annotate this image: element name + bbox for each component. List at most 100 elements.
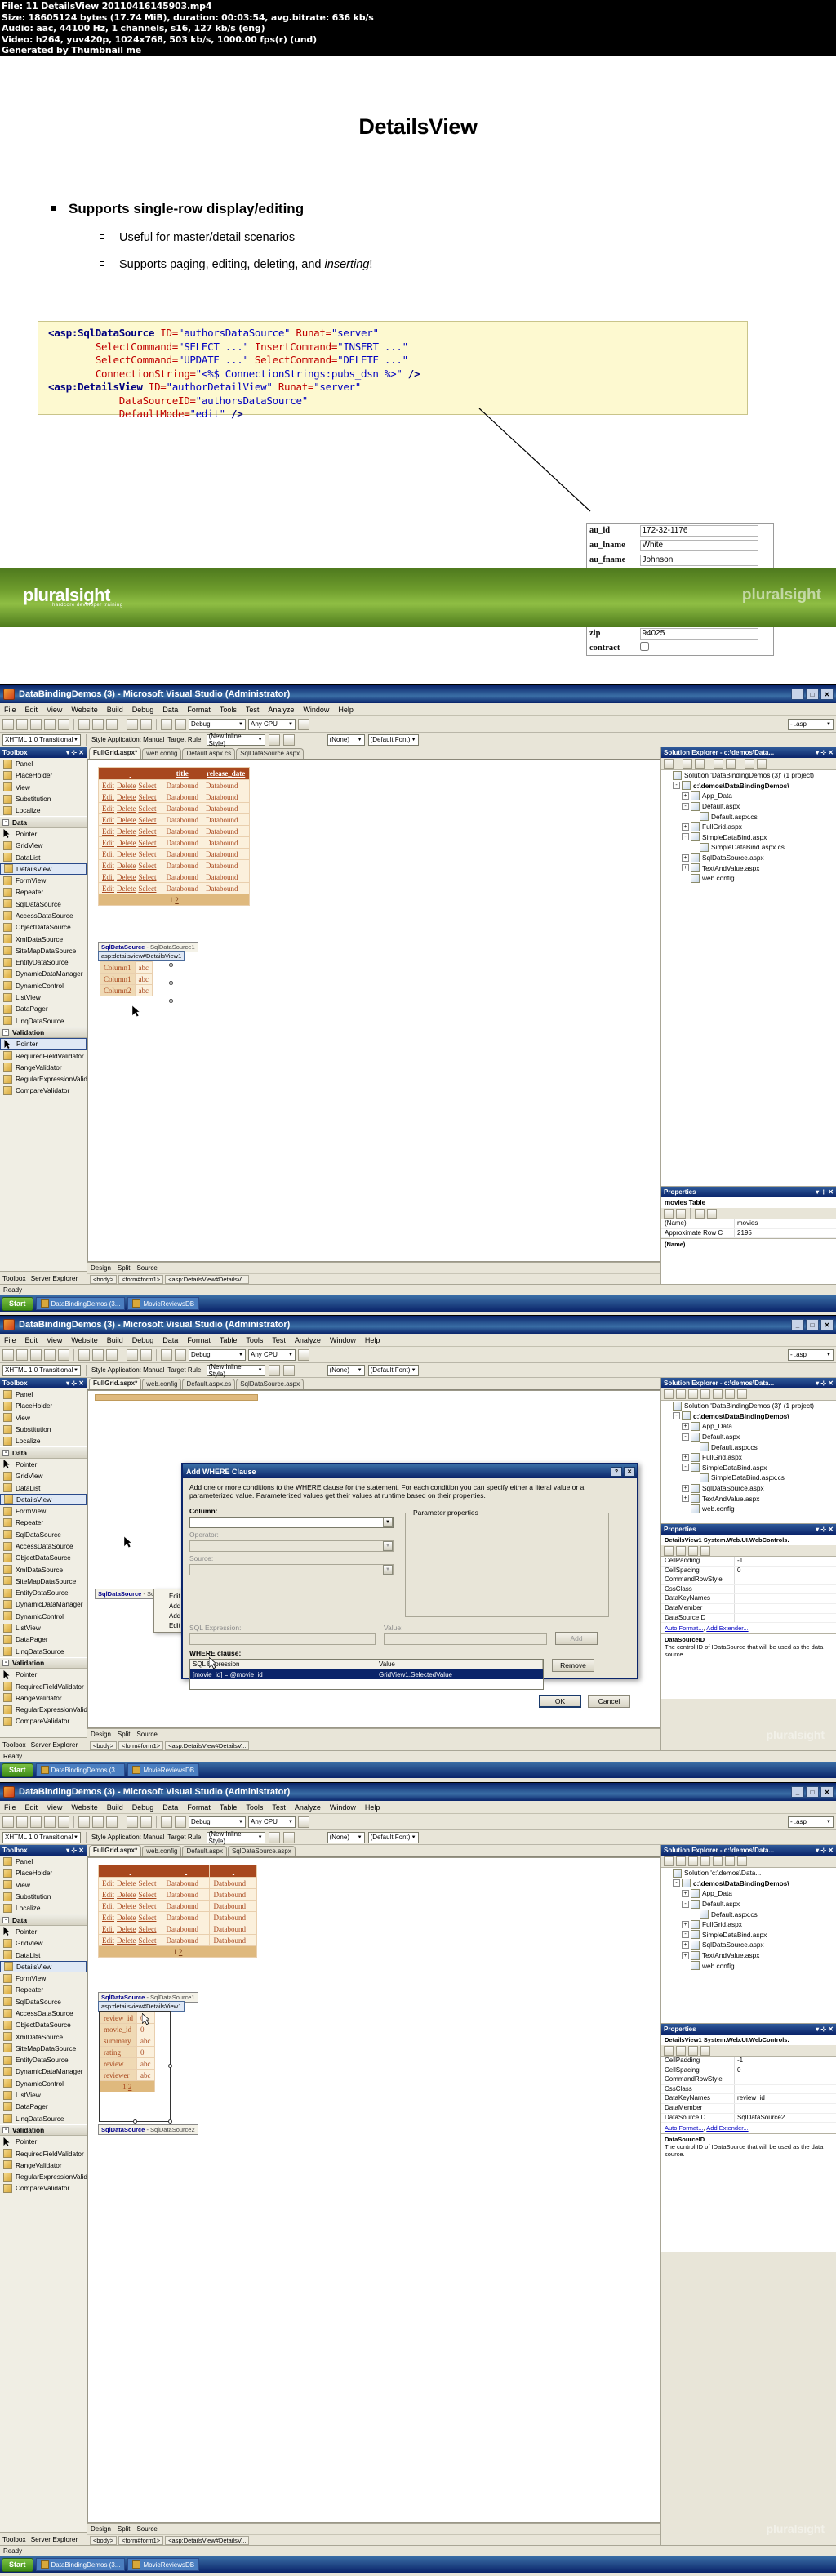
solution-config-combo[interactable]: Debug ▼	[189, 718, 246, 730]
properties-panel[interactable]: Properties ▾ ⊹ ✕ movies Table (Name) movi…	[661, 1186, 836, 1284]
solution-tree-item[interactable]: + FullGrid.aspx	[661, 822, 836, 832]
detailsview-design-row[interactable]: Column2 abc	[100, 984, 153, 996]
detailsview-design-row[interactable]: Column1 abc	[100, 973, 153, 985]
menu-item-analyze[interactable]: Analyze	[295, 1336, 321, 1344]
editor-area[interactable]: FullGrid.aspx* web.config Default.aspx SqlD…	[87, 1845, 660, 2545]
table-row[interactable]: Edit Delete Select Databound Databound	[97, 779, 251, 791]
cut-icon[interactable]	[78, 1348, 90, 1361]
delete-link[interactable]: Delete	[117, 1891, 136, 1899]
properties-window-icon[interactable]	[664, 759, 674, 769]
table-row[interactable]: Edit Delete Select Databound Databound	[97, 802, 251, 814]
panel-buttons[interactable]: ▾ ⊹ ✕	[66, 1847, 87, 1854]
view-tab-design[interactable]: Design	[91, 2525, 111, 2533]
solution-tree-item[interactable]: Solution 'DataBindingDemos (3)' (1 proje…	[661, 1401, 836, 1411]
view-tab-split[interactable]: Split	[118, 1731, 131, 1738]
taskbar[interactable]: Start DataBindingDemos (3... MovieReview…	[0, 2556, 836, 2573]
view-tabstrip[interactable]: Design Split Source	[87, 1728, 660, 1740]
add-extender-link[interactable]: Add Extender...	[706, 1624, 748, 1632]
select-link[interactable]: Select	[138, 885, 156, 893]
select-link[interactable]: Select	[138, 839, 156, 847]
select-link[interactable]: Select	[138, 1936, 156, 1945]
toolbox-item-gridview[interactable]: GridView	[0, 1937, 87, 1949]
delete-link[interactable]: Delete	[117, 1936, 136, 1945]
table-row[interactable]: Edit Delete Select Databound Databound	[97, 1911, 258, 1923]
document-tab-2[interactable]: Default.aspx	[182, 1846, 227, 1856]
property-value[interactable]	[735, 1604, 836, 1613]
tag-navigator[interactable]: <body> <form#form1> <asp:DetailsView#Detai…	[87, 2534, 660, 2545]
select-link[interactable]: Select	[138, 827, 156, 836]
menu-item-edit[interactable]: Edit	[25, 1803, 38, 1812]
toolbox-item-detailsview[interactable]: DetailsView	[0, 1493, 87, 1505]
solution-tree-item[interactable]: SimpleDataBind.aspx.cs	[661, 1473, 836, 1483]
select-link[interactable]: Select	[138, 862, 156, 870]
target-rule-combo[interactable]: (New Inline Style) ▼	[206, 1363, 265, 1378]
design-surface[interactable]: Edit Delete Select Databound Databound Edit De…	[87, 1857, 660, 2523]
properties-grid[interactable]: CellPadding -1 CellSpacing 0 CommandRowStyle…	[661, 2057, 836, 2124]
formatting-toolbar[interactable]: XHTML 1.0 Transitional ▼ Style Applicatio…	[0, 733, 836, 747]
solution-tree-item[interactable]: + SqlDataSource.aspx	[661, 1940, 836, 1950]
expander-icon[interactable]: +	[682, 853, 689, 862]
resize-handle[interactable]	[133, 2119, 137, 2124]
toolbox-item-dynamicdatamanager[interactable]: DynamicDataManager	[0, 2066, 87, 2077]
tab-server-explorer[interactable]: Server Explorer	[31, 2535, 78, 2543]
solution-tree-item[interactable]: + TextAndValue.aspx	[661, 1950, 836, 1961]
toolbox-item-objectdatasource[interactable]: ObjectDataSource	[0, 921, 87, 933]
taskbar-item-db[interactable]: MovieReviewsDB	[127, 1763, 200, 1776]
file-ext-combo[interactable]: - .asp ▼	[788, 1348, 834, 1361]
toolbox-item-requiredfieldvalidator[interactable]: RequiredFieldValidator	[0, 1680, 87, 1691]
property-value[interactable]	[735, 1594, 836, 1603]
expander-icon[interactable]: -	[673, 1412, 680, 1420]
design-surface[interactable]: title release_date Edit Delete Select Databou…	[87, 760, 660, 1262]
delete-link[interactable]: Delete	[117, 1902, 136, 1910]
menu-item-test[interactable]: Test	[272, 1803, 286, 1812]
doctype-combo[interactable]: XHTML 1.0 Transitional ▼	[2, 1831, 81, 1843]
zip-input[interactable]	[639, 627, 758, 640]
property-row[interactable]: CommandRowStyle	[661, 1575, 836, 1585]
property-value[interactable]: -1	[735, 1557, 836, 1566]
toolbox-item-sqldatasource[interactable]: SqlDataSource	[0, 1529, 87, 1540]
toolbox-item-pointer[interactable]: Pointer	[0, 1669, 87, 1680]
menu-item-help[interactable]: Help	[365, 1336, 380, 1344]
bold-icon[interactable]	[268, 1831, 280, 1843]
expander-icon[interactable]: -	[682, 833, 689, 841]
taskbar-item-db[interactable]: MovieReviewsDB	[127, 2558, 200, 2571]
solution-tree-item[interactable]: - c:\demos\DataBindingDemos\	[661, 1879, 836, 1889]
window-buttons[interactable]: _ □ ✕	[791, 1786, 836, 1798]
edit-link[interactable]: Edit	[102, 804, 114, 813]
gridview-command-cell[interactable]: Edit Delete Select	[97, 836, 163, 849]
new-project-icon[interactable]	[2, 718, 14, 730]
toolbox-item-view[interactable]: View	[0, 782, 87, 793]
toolbox-item-xmldatasource[interactable]: XmlDataSource	[0, 1563, 87, 1575]
toolbox-item-substitution[interactable]: Substitution	[0, 1891, 87, 1902]
properties-window-icon[interactable]	[664, 1389, 674, 1399]
toolbox-item-panel[interactable]: Panel	[0, 758, 87, 769]
toolbox-item-rangevalidator[interactable]: RangeValidator	[0, 2159, 87, 2171]
menu-item-website[interactable]: Website	[71, 1336, 97, 1344]
paste-icon[interactable]	[106, 1348, 118, 1361]
solution-tree-item[interactable]: + SqlDataSource.aspx	[661, 853, 836, 863]
toolbox-item-pointer[interactable]: Pointer	[0, 828, 87, 840]
gridview-pager-row[interactable]: 1 2	[97, 894, 251, 906]
collapse-icon[interactable]: -	[2, 2126, 9, 2133]
toolbox-list[interactable]: Panel PlaceHolder View Substitution Localize…	[0, 758, 87, 1271]
delete-link[interactable]: Delete	[117, 827, 136, 836]
listview-row[interactable]: [movie_id] = @movie_id GridView1.Selecte…	[190, 1669, 543, 1679]
property-value[interactable]: 0	[735, 1567, 836, 1575]
property-row[interactable]: CssClass	[661, 1584, 836, 1595]
toolbox-group-data[interactable]: - Data	[0, 1446, 87, 1459]
solution-tree-item[interactable]: SimpleDataBind.aspx.cs	[661, 842, 836, 853]
add-where-clause-dialog[interactable]: Add WHERE Clause ? ✕ Add one or more con…	[181, 1463, 638, 1708]
formatting-toolbar[interactable]: XHTML 1.0 Transitional ▼ Style Applicatio…	[0, 1830, 836, 1845]
property-value[interactable]	[735, 2075, 836, 2084]
navigate-back-icon[interactable]	[161, 718, 172, 730]
toolbox-item-placeholder[interactable]: PlaceHolder	[0, 769, 87, 781]
property-value[interactable]: SqlDataSource2	[735, 2114, 836, 2123]
gridview-design[interactable]: Edit Delete Select Databound Databound Edit De…	[97, 1865, 258, 1958]
view-tab-design[interactable]: Design	[91, 1264, 111, 1272]
menu-item-analyze[interactable]: Analyze	[295, 1803, 321, 1812]
properties-panel[interactable]: Properties ▾ ⊹ ✕ DetailsView1 System.Web…	[661, 1523, 836, 1699]
collapse-icon[interactable]: -	[2, 1659, 9, 1666]
gridview-column-header[interactable]: title	[162, 767, 202, 780]
collapse-icon[interactable]: -	[2, 1449, 9, 1456]
table-row[interactable]: Edit Delete Select Databound Databound	[97, 848, 251, 860]
